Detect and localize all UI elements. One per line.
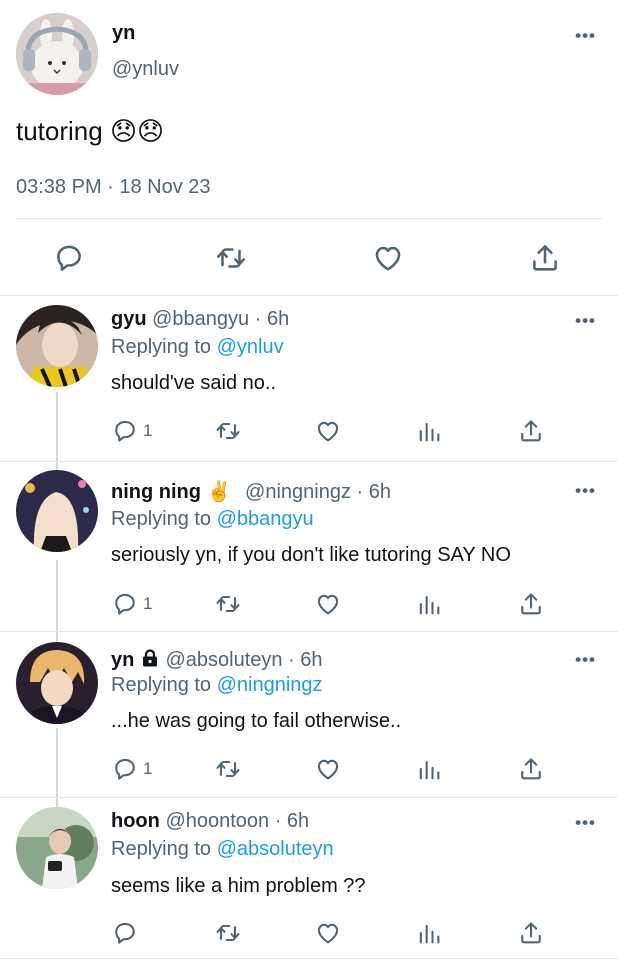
display-name[interactable]: yn: [112, 22, 135, 45]
avatar[interactable]: [16, 807, 98, 889]
tweet-text: tutoring 😞😞: [16, 116, 165, 146]
reply-text: ...he was going to fail otherwise..: [111, 710, 402, 732]
reply-count: 1: [143, 421, 153, 440]
like-icon[interactable]: [366, 236, 410, 280]
share-icon[interactable]: [517, 589, 545, 619]
reply-text: seriously yn, if you don't like tutoring…: [111, 544, 511, 566]
tweet-actions: [0, 236, 618, 280]
section-divider: [0, 631, 618, 632]
replying-to: Replying to @absoluteyn: [111, 838, 334, 860]
avatar[interactable]: [16, 642, 98, 724]
reply-text: should've said no..: [111, 372, 277, 394]
reply-icon: [111, 590, 139, 618]
reply-actions: 1: [0, 589, 618, 619]
replying-to: Replying to @bbangyu: [111, 508, 314, 530]
like-icon[interactable]: [314, 416, 342, 446]
section-divider: [0, 295, 618, 296]
mention-link[interactable]: @ynluv: [217, 336, 284, 358]
views-icon[interactable]: [415, 589, 443, 619]
reply-button[interactable]: 1: [111, 416, 152, 446]
avatar[interactable]: [16, 305, 98, 387]
display-name[interactable]: yn: [111, 649, 134, 671]
section-divider: [0, 958, 618, 959]
user-handle[interactable]: @hoontoon · 6h: [165, 810, 309, 832]
reply-text: seems like a him problem ??: [111, 875, 366, 897]
main-tweet: yn @ynluv ••• tutoring 😞😞 03:38 PM · 18 …: [0, 0, 618, 296]
reply-icon[interactable]: [47, 236, 91, 280]
avatar[interactable]: [16, 470, 98, 552]
reply-button[interactable]: 1: [111, 589, 152, 619]
section-divider: [0, 797, 618, 798]
reply-actions: 1: [0, 416, 618, 446]
user-handle[interactable]: @absoluteyn · 6h: [165, 649, 322, 671]
like-icon[interactable]: [314, 589, 342, 619]
user-handle[interactable]: @ningningz · 6h: [245, 481, 391, 503]
more-options-icon[interactable]: •••: [575, 650, 596, 670]
more-options-icon[interactable]: •••: [575, 26, 596, 46]
retweet-icon[interactable]: [214, 416, 242, 446]
mention-link[interactable]: @absoluteyn: [217, 838, 334, 860]
victory-hand-emoji: ✌️: [206, 481, 232, 503]
reply-actions: [0, 918, 618, 948]
more-options-icon[interactable]: •••: [575, 813, 596, 833]
display-name[interactable]: gyu: [111, 308, 147, 330]
like-icon[interactable]: [314, 754, 342, 784]
views-icon[interactable]: [415, 416, 443, 446]
tweet-timestamp[interactable]: 03:38 PM · 18 Nov 23: [16, 176, 211, 199]
replying-to: Replying to @ynluv: [111, 336, 284, 358]
share-icon[interactable]: [517, 754, 545, 784]
like-icon[interactable]: [314, 918, 342, 948]
retweet-icon[interactable]: [214, 754, 242, 784]
retweet-icon[interactable]: [209, 236, 253, 280]
mention-link[interactable]: @bbangyu: [217, 508, 314, 530]
reply-icon: [111, 755, 139, 783]
avatar[interactable]: [16, 13, 98, 95]
share-icon[interactable]: [517, 416, 545, 446]
user-handle[interactable]: @bbangyu · 6h: [152, 308, 289, 330]
lock-icon: [140, 648, 160, 668]
reply-icon: [111, 919, 139, 947]
display-name[interactable]: hoon: [111, 810, 160, 832]
reply-actions: 1: [0, 754, 618, 784]
more-options-icon[interactable]: •••: [575, 481, 596, 501]
reply-button[interactable]: [111, 918, 143, 948]
reply-button[interactable]: 1: [111, 754, 152, 784]
user-handle[interactable]: @ynluv: [112, 58, 179, 81]
share-icon[interactable]: [523, 236, 567, 280]
retweet-icon[interactable]: [214, 918, 242, 948]
reply-icon: [111, 417, 139, 445]
replying-to: Replying to @ningningz: [111, 674, 323, 696]
views-icon[interactable]: [415, 754, 443, 784]
display-name[interactable]: ning ning: [111, 481, 201, 503]
reply-count: 1: [143, 594, 153, 613]
more-options-icon[interactable]: •••: [575, 311, 596, 331]
reply-count: 1: [143, 759, 153, 778]
views-icon[interactable]: [415, 918, 443, 948]
divider: [16, 218, 602, 219]
section-divider: [0, 461, 618, 462]
mention-link[interactable]: @ningningz: [217, 674, 323, 696]
share-icon[interactable]: [517, 918, 545, 948]
retweet-icon[interactable]: [214, 589, 242, 619]
